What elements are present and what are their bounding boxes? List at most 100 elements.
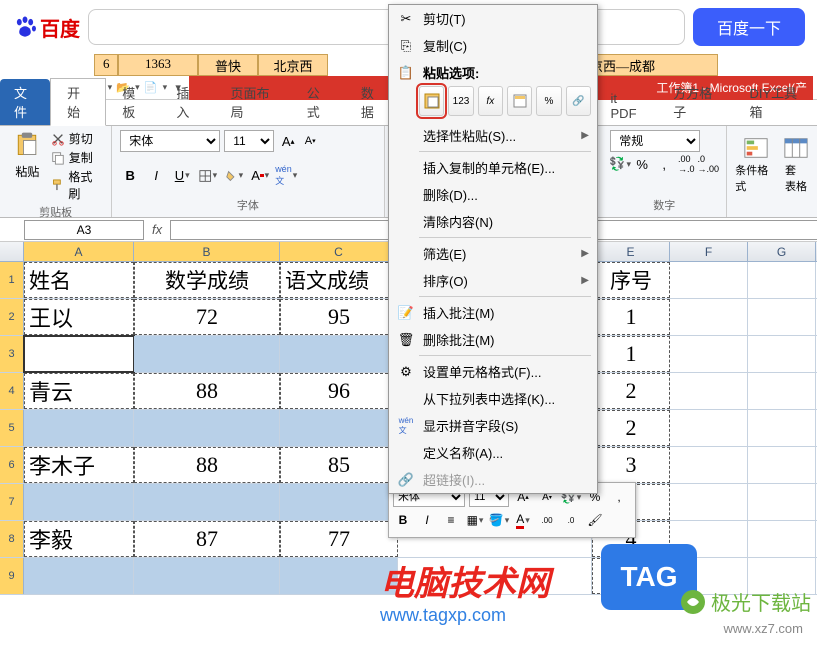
cell[interactable]: 2 [592,410,670,446]
ctx-sort[interactable]: 排序(O)▶ [389,267,597,294]
cell[interactable] [24,484,134,520]
ctx-define-name[interactable]: 定义名称(A)... [389,439,597,466]
cell[interactable]: 序号 [592,262,670,298]
ctx-hyperlink[interactable]: 🔗超链接(I)... [389,466,597,493]
row-header[interactable]: 4 [0,373,24,409]
ctx-delete-comment[interactable]: 🗑删除批注(M) [389,326,597,353]
cell[interactable] [748,262,816,298]
align-center-icon[interactable]: ≡ [441,510,461,530]
paste-opt-format[interactable] [507,86,532,116]
font-color-icon[interactable]: A▾ [513,510,533,530]
bold-button[interactable]: B [120,166,140,186]
font-name-select[interactable]: 宋体 [120,130,220,152]
increase-decimal-icon[interactable]: .00 [537,510,557,530]
row-header[interactable]: 7 [0,484,24,520]
cell[interactable]: 3 [592,447,670,483]
cell[interactable]: 85 [280,447,398,483]
cell[interactable]: 李木子 [24,447,134,483]
cell[interactable] [748,299,816,335]
italic-button[interactable]: I [146,166,166,186]
tab-home[interactable]: 开始 [50,78,106,126]
comma-icon[interactable]: , [654,154,674,174]
cell[interactable]: 1 [592,299,670,335]
tab-formula[interactable]: 公式 [291,79,345,125]
decrease-decimal-icon[interactable]: .0 [561,510,581,530]
decrease-font-icon[interactable]: A▾ [300,131,320,151]
paste-opt-percent[interactable]: % [536,86,561,116]
border-button[interactable]: ▾ [198,166,218,186]
col-header-E[interactable]: E [592,242,670,261]
format-painter-button[interactable]: 格式刷 [51,168,103,202]
increase-font-icon[interactable]: A▴ [278,131,298,151]
ctx-pinyin[interactable]: wén文显示拼音字段(S) [389,412,597,439]
ctx-clear[interactable]: 清除内容(N) [389,208,597,235]
currency-icon[interactable]: 💱▾ [610,154,630,174]
cell[interactable] [670,410,748,446]
number-format-select[interactable]: 常规 [610,130,700,152]
fx-icon[interactable]: fx [152,222,162,237]
paste-button[interactable]: 粘贴 [8,130,47,202]
cell[interactable]: 青云 [24,373,134,409]
underline-button[interactable]: U▾ [172,166,192,186]
format-painter-icon[interactable]: 🖌 [585,510,605,530]
percent-icon[interactable]: % [632,154,652,174]
cell[interactable] [748,447,816,483]
cell[interactable]: 88 [134,447,280,483]
cell[interactable]: 2 [592,373,670,409]
tab-template[interactable]: 模板 [106,79,160,125]
font-size-select[interactable]: 11 [224,130,274,152]
ctx-insert-comment[interactable]: 📝插入批注(M) [389,299,597,326]
paste-opt-all[interactable] [419,86,444,116]
border-icon[interactable]: ▦▾ [465,510,485,530]
cell[interactable] [134,336,280,372]
cell[interactable] [748,373,816,409]
ctx-delete[interactable]: 删除(D)... [389,181,597,208]
cut-button[interactable]: 剪切 [51,130,103,147]
cell[interactable] [748,410,816,446]
decrease-decimal-icon[interactable]: .0→.00 [698,154,718,174]
cell[interactable] [670,447,748,483]
bold-button[interactable]: B [393,510,413,530]
col-header-A[interactable]: A [24,242,134,261]
cell[interactable]: 96 [280,373,398,409]
row-header[interactable]: 8 [0,521,24,557]
cell[interactable]: 72 [134,299,280,335]
cell[interactable] [280,410,398,446]
cell[interactable] [670,373,748,409]
col-header-G[interactable]: G [748,242,816,261]
tab-diy[interactable]: DIY工具箱 [733,79,817,125]
ctx-format-cells[interactable]: ⚙设置单元格格式(F)... [389,358,597,385]
copy-button[interactable]: 复制 [51,149,103,166]
paste-opt-values[interactable]: 123 [448,86,473,116]
ctx-cut[interactable]: ✂剪切(T) [389,5,597,32]
row-header[interactable]: 5 [0,410,24,446]
cell[interactable] [670,336,748,372]
tab-insert[interactable]: 插入 [160,79,214,125]
ctx-filter[interactable]: 筛选(E)▶ [389,240,597,267]
tab-pdf[interactable]: it PDF [595,87,658,125]
cell[interactable] [280,336,398,372]
cell[interactable] [748,521,816,557]
font-color-button[interactable]: A▾ [250,166,270,186]
cell[interactable] [748,484,816,520]
ctx-copy[interactable]: ⎘复制(C) [389,32,597,59]
cell[interactable]: 1 [592,336,670,372]
row-header[interactable]: 3 [0,336,24,372]
row-header[interactable]: 2 [0,299,24,335]
search-button[interactable]: 百度一下 [693,8,805,46]
paste-opt-formula[interactable]: fx [478,86,503,116]
cell[interactable] [280,484,398,520]
cell[interactable]: 95 [280,299,398,335]
pinyin-button[interactable]: wén文▾ [276,166,296,186]
cell[interactable] [670,484,748,520]
cell[interactable]: 语文成绩 [280,262,398,298]
comma-icon[interactable]: , [609,487,629,507]
cell[interactable]: 77 [280,521,398,557]
col-header-C[interactable]: C [280,242,398,261]
format-table-button[interactable]: 套 表格 [783,136,809,213]
fill-color-icon[interactable]: 🪣▾ [489,510,509,530]
cell[interactable]: 王以 [24,299,134,335]
cell[interactable] [24,558,134,594]
cell[interactable] [134,558,280,594]
fill-color-button[interactable]: ▾ [224,166,244,186]
